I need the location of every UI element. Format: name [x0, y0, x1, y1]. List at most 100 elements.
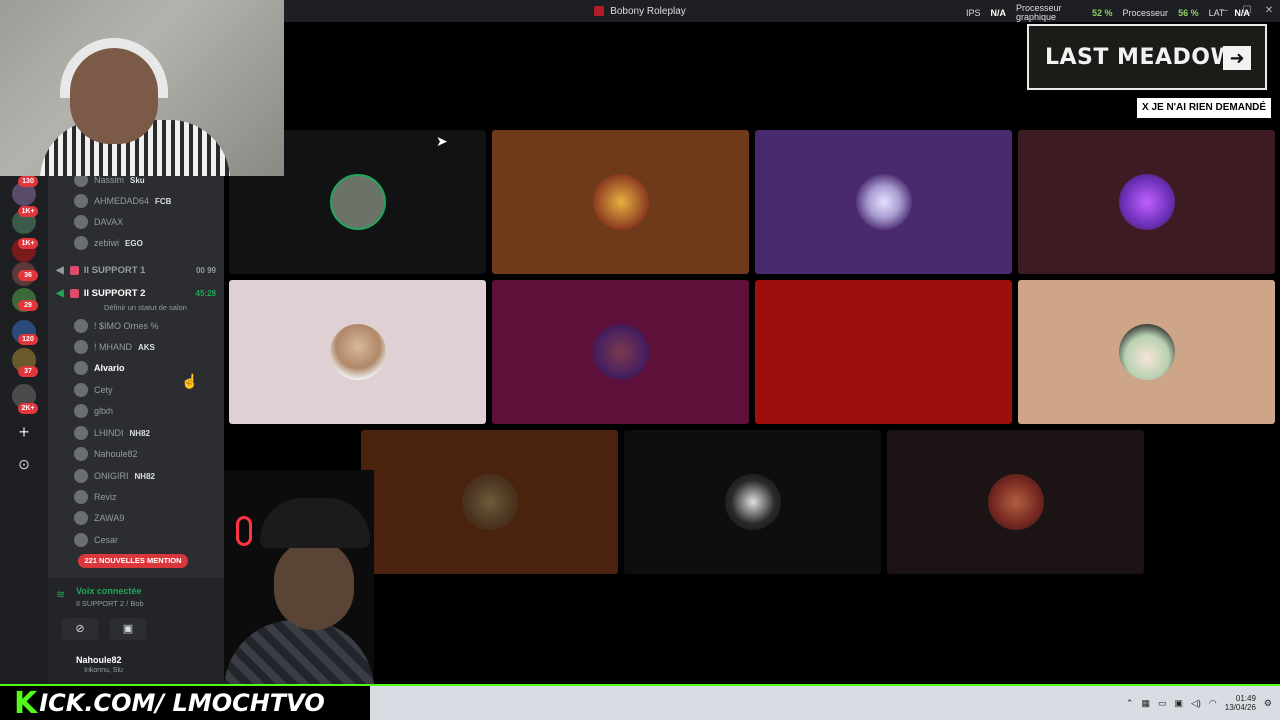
- server-badge: 36: [18, 270, 38, 281]
- webcam-face: [274, 540, 354, 630]
- voice-tile[interactable]: [1018, 280, 1275, 424]
- settings-icon[interactable]: ⚙: [1264, 698, 1272, 709]
- webcam-cap: [260, 498, 370, 548]
- member-avatar: [74, 490, 88, 504]
- logo-text: LAST MEADOW: [1045, 44, 1236, 70]
- member-avatar: [74, 469, 88, 483]
- member-avatar: [74, 361, 88, 375]
- new-mentions-button[interactable]: 221 NOUVELLES MENTION: [78, 554, 188, 568]
- member-item[interactable]: Reviz: [74, 488, 117, 506]
- member-avatar: [74, 511, 88, 525]
- user-avatar: [461, 474, 518, 530]
- member-item[interactable]: zebiwi EGO: [74, 234, 143, 252]
- member-item[interactable]: ZAWA9: [74, 509, 124, 527]
- member-tag: EGO: [125, 238, 143, 248]
- voice-status[interactable]: Voix connectée: [76, 586, 141, 596]
- folder-icon[interactable]: ▭: [1158, 698, 1167, 709]
- member-item[interactable]: Alvario: [74, 359, 125, 377]
- user-avatar: [1118, 174, 1175, 230]
- close-button[interactable]: ✕: [1258, 0, 1280, 22]
- kick-url: ICK.COM/ LMOCHTVO: [39, 689, 325, 717]
- server-badge: 120: [18, 334, 38, 345]
- clock[interactable]: 01:49 13/04/26: [1225, 694, 1256, 712]
- mouse-cursor-icon: ➤: [436, 133, 448, 149]
- headset-icon: [60, 38, 168, 98]
- member-item[interactable]: Cety: [74, 381, 113, 399]
- user-avatar: [592, 324, 649, 380]
- add-server-icon[interactable]: +: [14, 422, 34, 442]
- voice-tile[interactable]: [229, 280, 486, 424]
- member-name: Nassim: [94, 176, 125, 185]
- chevron-up-icon[interactable]: ⌃: [1126, 698, 1134, 709]
- member-avatar: [74, 533, 88, 547]
- hand-cursor-icon: ☝: [181, 373, 199, 389]
- voice-tile[interactable]: [492, 130, 749, 274]
- camera-off-icon[interactable]: ⊘: [62, 618, 98, 640]
- server-badge: 37: [18, 366, 38, 377]
- member-name: Nahoule82: [94, 449, 138, 459]
- voice-tile[interactable]: [361, 430, 618, 574]
- server-badge: 1K+: [18, 238, 38, 249]
- headset-light-icon: [236, 516, 252, 546]
- member-item[interactable]: LHINDI NH82: [74, 424, 150, 442]
- member-item[interactable]: ! $IMO Ornes %: [74, 317, 159, 335]
- user-panel-name[interactable]: Nahoule82: [76, 655, 122, 665]
- member-avatar: [74, 404, 88, 418]
- last-meadow-logo: LAST MEADOW ➜: [1027, 24, 1267, 90]
- voice-tile[interactable]: [755, 130, 1012, 274]
- voice-tile[interactable]: [887, 430, 1144, 574]
- member-item[interactable]: Nassim Sku: [74, 176, 145, 189]
- member-avatar: [74, 383, 88, 397]
- second-webcam: [224, 470, 374, 686]
- server-badge: 29: [18, 300, 38, 311]
- voice-tile[interactable]: [1018, 130, 1275, 274]
- voice-channel-support-1[interactable]: ◀ Il SUPPORT 1 00 99: [56, 261, 216, 279]
- member-avatar: [74, 340, 88, 354]
- performance-overlay: IPS N/A Processeur graphique 52 % Proces…: [966, 4, 1250, 22]
- screen-share-icon[interactable]: ▣: [110, 618, 146, 640]
- stream-title-label: X JE N'AI RIEN DEMANDÉ: [1137, 98, 1272, 118]
- member-item[interactable]: ONIGIRI NH82: [74, 467, 155, 485]
- member-item[interactable]: Nahoule82: [74, 445, 138, 463]
- wifi-icon[interactable]: ◠: [1209, 698, 1217, 709]
- volume-icon[interactable]: ◁): [1191, 698, 1201, 709]
- screen: Bobony Roleplay – ☐ ✕ IPS N/A Processeur…: [0, 0, 1280, 720]
- member-name: gltxh: [94, 406, 114, 416]
- member-tag: Sku: [130, 176, 145, 185]
- ips-value: N/A: [990, 8, 1007, 18]
- member-item[interactable]: AHMEDAD64 FCB: [74, 192, 171, 210]
- lat-value: N/A: [1234, 8, 1250, 18]
- user-avatar: [855, 174, 912, 230]
- member-avatar: [74, 236, 88, 250]
- voice-tile[interactable]: [624, 430, 881, 574]
- server-badge: 2K+: [18, 403, 38, 414]
- member-item[interactable]: ! MHAND AKS: [74, 338, 155, 356]
- member-item[interactable]: Cesar: [74, 531, 118, 549]
- member-tag: AKS: [138, 342, 155, 352]
- voice-tile[interactable]: [755, 280, 1012, 424]
- user-avatar: [1118, 324, 1175, 380]
- voice-tile[interactable]: [492, 280, 749, 424]
- member-name: Cesar: [94, 535, 119, 545]
- member-name: ZAWA9: [94, 513, 125, 523]
- channel-name: Il SUPPORT 1: [83, 264, 146, 276]
- member-name: ONIGIRI: [94, 471, 129, 481]
- member-item[interactable]: DAVAX: [74, 213, 123, 231]
- gpu-label: Processeur graphique: [1016, 3, 1062, 22]
- channel-status[interactable]: Définir un statut de salon: [104, 303, 187, 312]
- system-tray: ⌃ ▦ ▭ ▣ ◁) ◠ 01:49 13/04/26 ⚙: [1126, 686, 1272, 720]
- display-icon[interactable]: ▣: [1174, 698, 1183, 709]
- server-badge: 130: [18, 176, 38, 187]
- speaker-icon: ◀: [56, 264, 64, 276]
- member-tag: FCB: [155, 196, 172, 206]
- arrow-icon: ➜: [1223, 46, 1251, 70]
- network-icon[interactable]: ▦: [1141, 698, 1150, 709]
- voice-channel-support-2[interactable]: ◀ Il SUPPORT 2 45:28: [56, 284, 216, 302]
- ips-label: IPS: [966, 8, 981, 18]
- compass-icon[interactable]: ⊙: [14, 454, 34, 474]
- member-item[interactable]: gltxh: [74, 402, 113, 420]
- voice-channel-path[interactable]: Il SUPPORT 2 / Bob: [76, 599, 144, 608]
- user-avatar: [592, 174, 649, 230]
- channel-sidebar: Nassim Sku AHMEDAD64 FCB DAVAX zebiwi EGO ◀…: [48, 176, 224, 686]
- user-avatar: [724, 474, 781, 530]
